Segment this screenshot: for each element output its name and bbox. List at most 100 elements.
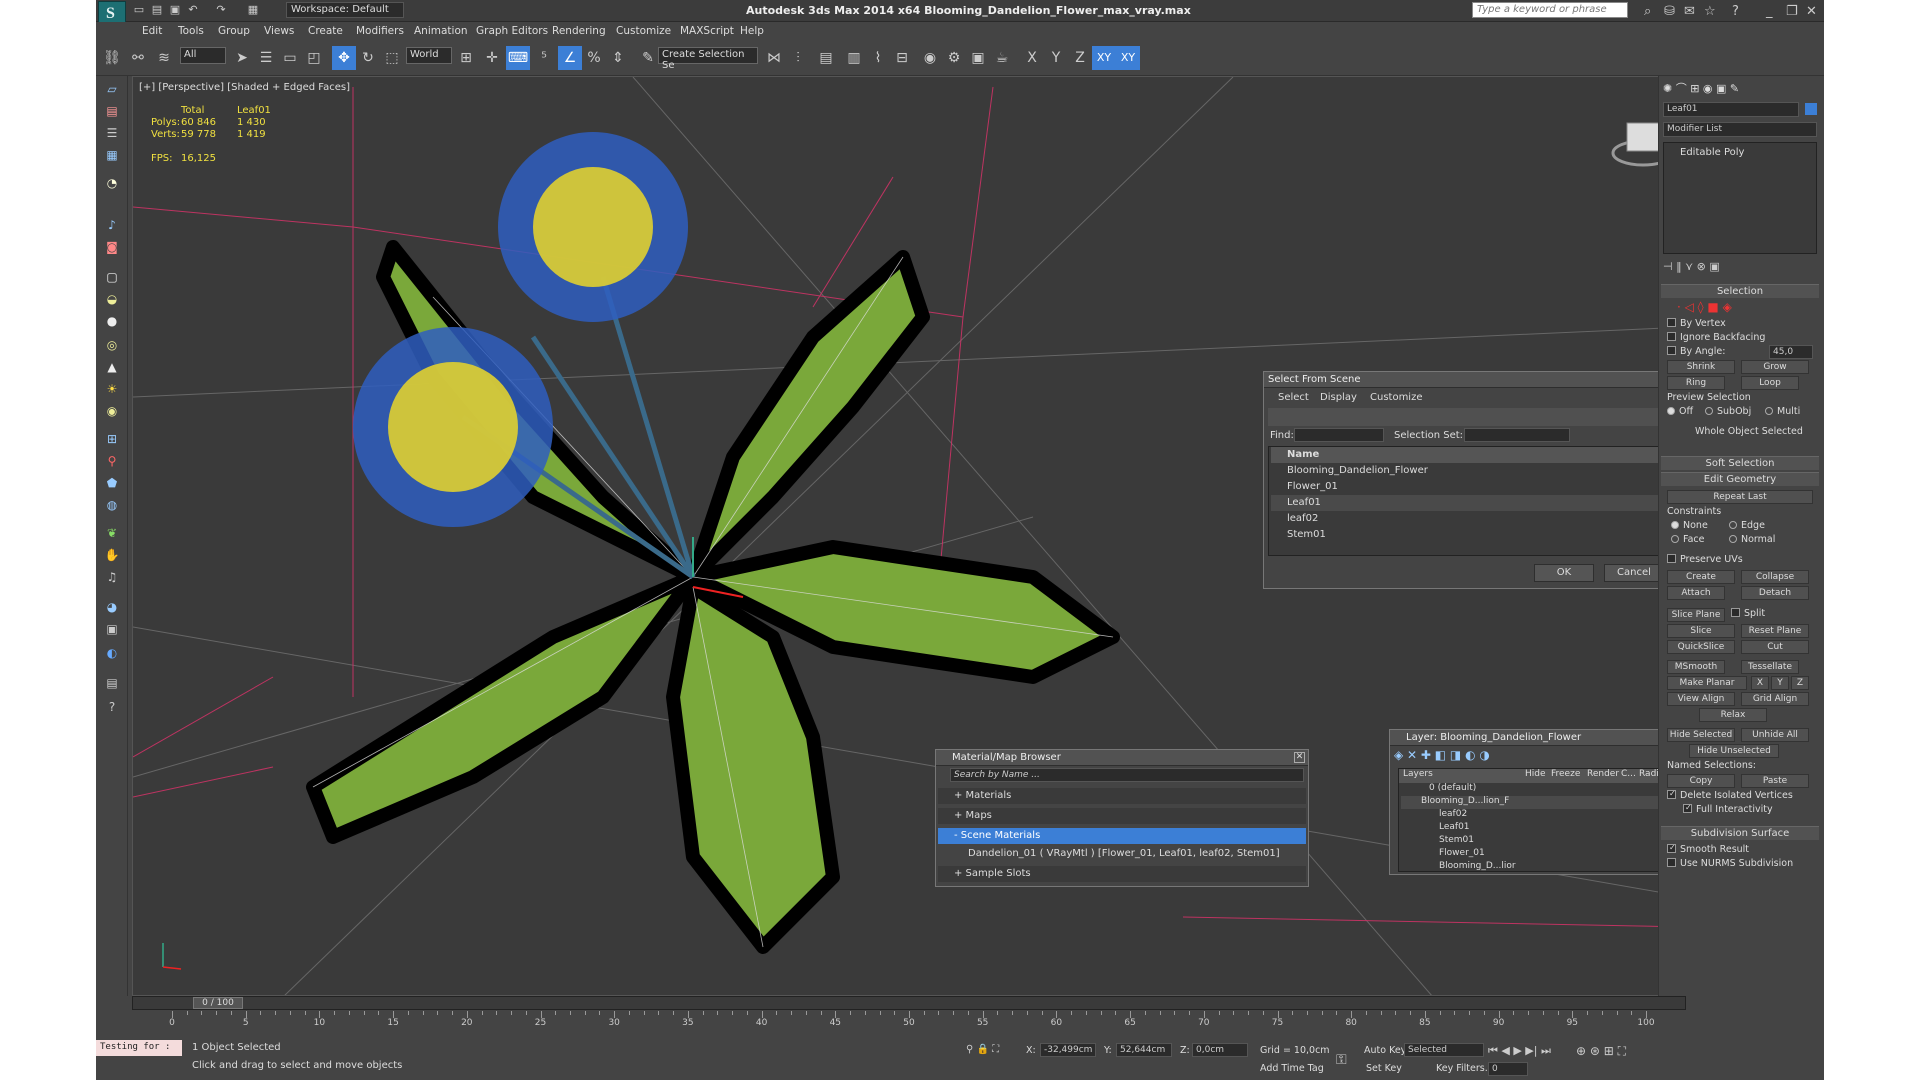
graphite-ribbon-icon[interactable]: ▥ xyxy=(842,46,866,70)
relax-button[interactable]: Relax xyxy=(1699,708,1767,722)
select-and-rotate-icon[interactable]: ↻ xyxy=(356,46,380,70)
loop-button[interactable]: Loop xyxy=(1741,376,1799,390)
grid-align-button[interactable]: Grid Align xyxy=(1741,692,1809,706)
list-item[interactable]: Leaf01 xyxy=(1271,495,1675,511)
preview-subobj-radio[interactable]: SubObj xyxy=(1705,406,1751,417)
layer-manager-icon[interactable]: ▤ xyxy=(814,46,838,70)
menu-group[interactable]: Group xyxy=(218,25,250,37)
spinner-snap-icon[interactable]: ⇕ xyxy=(606,46,630,70)
layer-col-freeze[interactable]: Freeze xyxy=(1551,769,1580,779)
tessellate-button[interactable]: Tessellate xyxy=(1741,660,1799,674)
playback-controls[interactable]: ⏮ ◀ ▶ ▶| ⏭ xyxy=(1488,1044,1551,1058)
curve-editor-icon[interactable]: ⌇ xyxy=(866,46,890,70)
menu-create[interactable]: Create xyxy=(308,25,343,37)
menu-graph-editors[interactable]: Graph Editors xyxy=(476,25,548,37)
scene-explorer-icon[interactable]: ▤ xyxy=(101,100,123,122)
shape-icon[interactable]: ⬟ xyxy=(101,472,123,494)
repeat-last-button[interactable]: Repeat Last xyxy=(1667,490,1813,504)
sfs-find-input[interactable] xyxy=(1294,428,1384,442)
by-angle-value[interactable]: 45,0 xyxy=(1769,345,1813,359)
menu-customize[interactable]: Customize xyxy=(616,25,671,37)
by-angle-checkbox[interactable]: By Angle: xyxy=(1667,346,1725,357)
make-planar-button[interactable]: Make Planar xyxy=(1667,676,1747,690)
hand-icon[interactable]: ✋ xyxy=(101,544,123,566)
layer-col-layers[interactable]: Layers xyxy=(1403,769,1433,779)
select-and-move-icon[interactable]: ✥ xyxy=(332,46,356,70)
cut-button[interactable]: Cut xyxy=(1741,640,1809,654)
axis-y-button[interactable]: Y xyxy=(1044,46,1068,70)
full-interactivity-checkbox[interactable]: Full Interactivity xyxy=(1683,804,1773,815)
angle-snap-icon[interactable]: ∠ xyxy=(558,46,582,70)
snaps-toggle-icon[interactable]: ⁵ xyxy=(532,46,556,70)
current-frame-field[interactable]: 0 xyxy=(1488,1062,1528,1076)
ring-button[interactable]: Ring xyxy=(1667,376,1725,390)
sfs-menu-select[interactable]: Select xyxy=(1278,392,1309,403)
msmooth-button[interactable]: MSmooth xyxy=(1667,660,1725,674)
menu-edit[interactable]: Edit xyxy=(142,25,162,37)
grid-icon[interactable]: ⊞ xyxy=(101,428,123,450)
ignore-backfacing-checkbox[interactable]: Ignore Backfacing xyxy=(1667,332,1765,343)
reset-plane-button[interactable]: Reset Plane xyxy=(1741,624,1809,638)
menu-rendering[interactable]: Rendering xyxy=(552,25,606,37)
layer-row[interactable]: Leaf01 xyxy=(1401,822,1675,835)
viewport-label[interactable]: [+] [Perspective] [Shaded + Edged Faces] xyxy=(139,82,350,93)
track-bar[interactable]: 0 5 10 15 20 25 30 35 40 45 50 55 60 65 70 75 80 85 90 95 10… xyxy=(132,1011,1686,1035)
shrink-button[interactable]: Shrink xyxy=(1667,360,1735,374)
render-setup-icon[interactable]: ⚙ xyxy=(942,46,966,70)
z-coordinate[interactable]: 0,0cm xyxy=(1192,1043,1248,1057)
list-item[interactable]: Stem01 xyxy=(1271,527,1675,543)
copy-button[interactable]: Copy xyxy=(1667,774,1735,788)
y-coordinate[interactable]: 52,644cm xyxy=(1116,1043,1172,1057)
planar-z-button[interactable]: Z xyxy=(1791,676,1809,690)
menu-help[interactable]: Help xyxy=(740,25,764,37)
auto-key-button[interactable]: Auto Key xyxy=(1364,1045,1406,1056)
render-sphere-icon[interactable]: ◕ xyxy=(101,596,123,618)
create-button[interactable]: Create xyxy=(1667,570,1735,584)
constraint-edge-radio[interactable]: Edge xyxy=(1729,520,1765,531)
preview-off-radio[interactable]: Off xyxy=(1667,406,1693,417)
stack-item-editable-poly[interactable]: Editable Poly xyxy=(1666,145,1814,161)
speaker-icon[interactable]: ♪ xyxy=(101,214,123,236)
preserve-uvs-checkbox[interactable]: Preserve UVs xyxy=(1667,554,1743,565)
material-section-sample-slots[interactable]: + Sample Slots xyxy=(938,866,1306,882)
object-color-swatch[interactable] xyxy=(1805,103,1817,115)
named-selection-sets-dropdown[interactable]: Create Selection Se xyxy=(658,47,758,71)
select-manipulate-icon[interactable]: ✛ xyxy=(480,46,504,70)
workspace-dropdown[interactable]: Workspace: Default xyxy=(286,2,404,18)
sun-icon[interactable]: ☀ xyxy=(101,378,123,400)
percent-snap-icon[interactable]: % xyxy=(582,46,606,70)
box-icon[interactable]: ▢ xyxy=(101,266,123,288)
slice-plane-button[interactable]: Slice Plane xyxy=(1667,608,1725,622)
minimize-icon[interactable]: _ xyxy=(1766,4,1773,19)
collapse-button[interactable]: Collapse xyxy=(1741,570,1809,584)
constraint-face-radio[interactable]: Face xyxy=(1671,534,1704,545)
globe-icon[interactable]: ◍ xyxy=(101,494,123,516)
menu-modifiers[interactable]: Modifiers xyxy=(356,25,404,37)
axis-xy-cycle-button[interactable]: XY xyxy=(1116,46,1140,70)
window-crossing-icon[interactable]: ◰ xyxy=(302,46,326,70)
layer-row[interactable]: Blooming_D...lion_F xyxy=(1401,796,1675,809)
stack-tools[interactable]: ⊣ ‖ ⋎ ⊗ ▣ xyxy=(1663,260,1817,276)
detach-button[interactable]: Detach xyxy=(1741,586,1809,600)
material-section-maps[interactable]: + Maps xyxy=(938,808,1306,824)
quickslice-button[interactable]: QuickSlice xyxy=(1667,640,1735,654)
communication-icon[interactable]: ✉ xyxy=(1684,4,1695,19)
align-icon[interactable]: ⫶ xyxy=(786,46,810,70)
grow-button[interactable]: Grow xyxy=(1741,360,1809,374)
help-circle-icon[interactable]: ? xyxy=(101,696,123,718)
list-item[interactable]: leaf02 xyxy=(1271,511,1675,527)
set-key-button[interactable]: Set Key xyxy=(1366,1063,1402,1074)
layer-row[interactable]: Flower_01 xyxy=(1401,848,1675,861)
open-icon[interactable]: ▤ xyxy=(150,3,164,17)
plant-icon[interactable]: ❦ xyxy=(101,522,123,544)
new-icon[interactable]: ▭ xyxy=(132,3,146,17)
schematic-view-icon[interactable]: ⊟ xyxy=(890,46,914,70)
split-checkbox[interactable]: Split xyxy=(1731,608,1765,619)
lock-selection-icon[interactable]: ⚲ 🔒 ⛶ xyxy=(966,1044,999,1055)
material-editor-icon[interactable]: ◉ xyxy=(918,46,942,70)
light-icon[interactable]: ◔ xyxy=(101,172,123,194)
unlink-icon[interactable]: ⚯ xyxy=(126,46,150,70)
redo-icon[interactable]: ↷ xyxy=(214,3,228,17)
add-time-tag[interactable]: Add Time Tag xyxy=(1260,1063,1324,1074)
list-item[interactable]: Blooming_Dandelion_Flower xyxy=(1271,463,1675,479)
